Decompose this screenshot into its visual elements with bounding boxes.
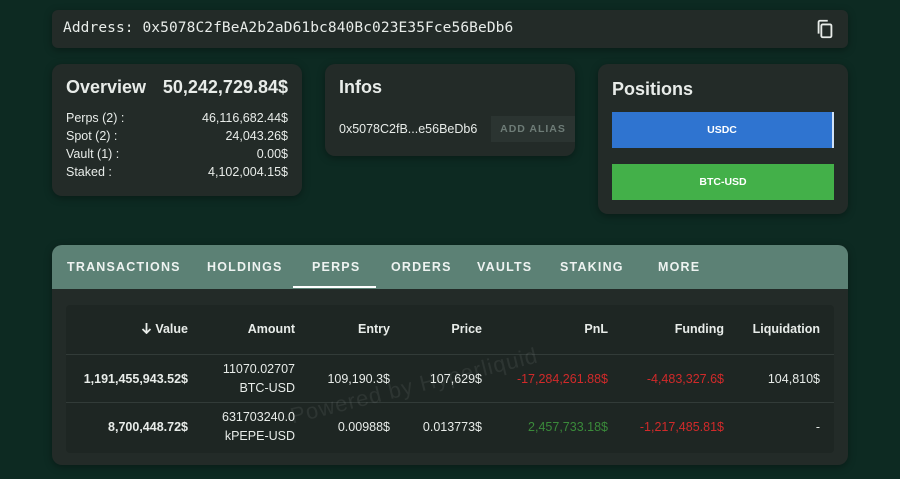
arrow-down-icon [141,322,152,337]
column-header-label: Value [155,322,188,336]
cell-entry: 0.00988$ [337,420,390,434]
overview-title: Overview [66,77,147,97]
infos-title: Infos [339,77,382,97]
cell-asset: kPEPE-USD [224,429,295,443]
cell-price: 0.013773$ [422,420,482,434]
infos-card: Infos 0x5078C2fB...e56BeDb6 ADD ALIAS [325,64,575,156]
cell-pnl: 2,457,733.18$ [528,420,608,434]
column-header-liquidation[interactable]: Liquidation [753,322,820,336]
cell-liquidation: 104,810$ [767,372,820,386]
address-bar: Address: 0x5078C2fBeA2b2aD61bc840Bc023E3… [52,10,848,48]
overview-row-vault: Vault (1) : 0.00$ [66,147,288,163]
column-header-funding[interactable]: Funding [675,322,724,336]
cell-amount: 631703240.0 [222,410,295,424]
column-header-pnl[interactable]: PnL [584,322,608,336]
tab-holdings[interactable]: HOLDINGS [207,245,283,289]
main-panel: TRANSACTIONS HOLDINGS PERPS ORDERS VAULT… [52,245,848,465]
positions-card: Positions USDC BTC-USD [598,64,848,214]
position-btc-usd-button[interactable]: BTC-USD [612,164,834,200]
active-tab-indicator [293,286,376,288]
overview-value: 4,102,004.15$ [208,165,288,179]
cell-funding: -4,483,327.6$ [646,372,724,386]
tab-transactions[interactable]: TRANSACTIONS [67,245,181,289]
overview-total: 50,242,729.84$ [162,77,288,97]
position-usdc-button[interactable]: USDC [612,112,834,148]
cell-pnl: -17,284,261.88$ [516,372,608,386]
overview-label: Vault (1) : [66,147,120,161]
cell-amount: 11070.02707 [222,362,295,376]
tab-more[interactable]: MORE [658,245,700,289]
header-divider [66,354,834,355]
row-divider [66,402,834,403]
overview-row-perps: Perps (2) : 46,116,682.44$ [66,111,288,127]
column-header-amount[interactable]: Amount [248,322,295,336]
short-address: 0x5078C2fB...e56BeDb6 [339,122,478,136]
cell-asset: BTC-USD [239,381,295,395]
overview-row-staked: Staked : 4,102,004.15$ [66,165,288,181]
copy-icon[interactable] [814,18,836,40]
add-alias-button[interactable]: ADD ALIAS [491,116,575,142]
tab-perps[interactable]: PERPS [312,245,360,289]
overview-label: Spot (2) : [66,129,118,143]
address-text: Address: 0x5078C2fBeA2b2aD61bc840Bc023E3… [63,20,514,36]
cell-funding: -1,217,485.81$ [639,420,724,434]
overview-label: Perps (2) : [66,111,125,125]
overview-card: Overview 50,242,729.84$ Perps (2) : 46,1… [52,64,302,196]
cell-value: 8,700,448.72$ [108,420,188,434]
overview-value: 24,043.26$ [225,129,288,143]
column-header-price[interactable]: Price [451,322,482,336]
overview-value: 46,116,682.44$ [202,111,288,125]
column-header-value[interactable]: Value [141,322,188,337]
tab-vaults[interactable]: VAULTS [477,245,532,289]
positions-title: Positions [612,79,694,99]
column-header-entry[interactable]: Entry [358,322,390,336]
overview-row-spot: Spot (2) : 24,043.26$ [66,129,288,145]
tab-orders[interactable]: ORDERS [391,245,452,289]
overview-label: Staked : [66,165,112,179]
tab-bar: TRANSACTIONS HOLDINGS PERPS ORDERS VAULT… [52,245,848,289]
overview-value: 0.00$ [256,147,288,161]
cell-liquidation: - [815,420,820,434]
cell-value: 1,191,455,943.52$ [83,372,188,386]
tab-staking[interactable]: STAKING [560,245,624,289]
